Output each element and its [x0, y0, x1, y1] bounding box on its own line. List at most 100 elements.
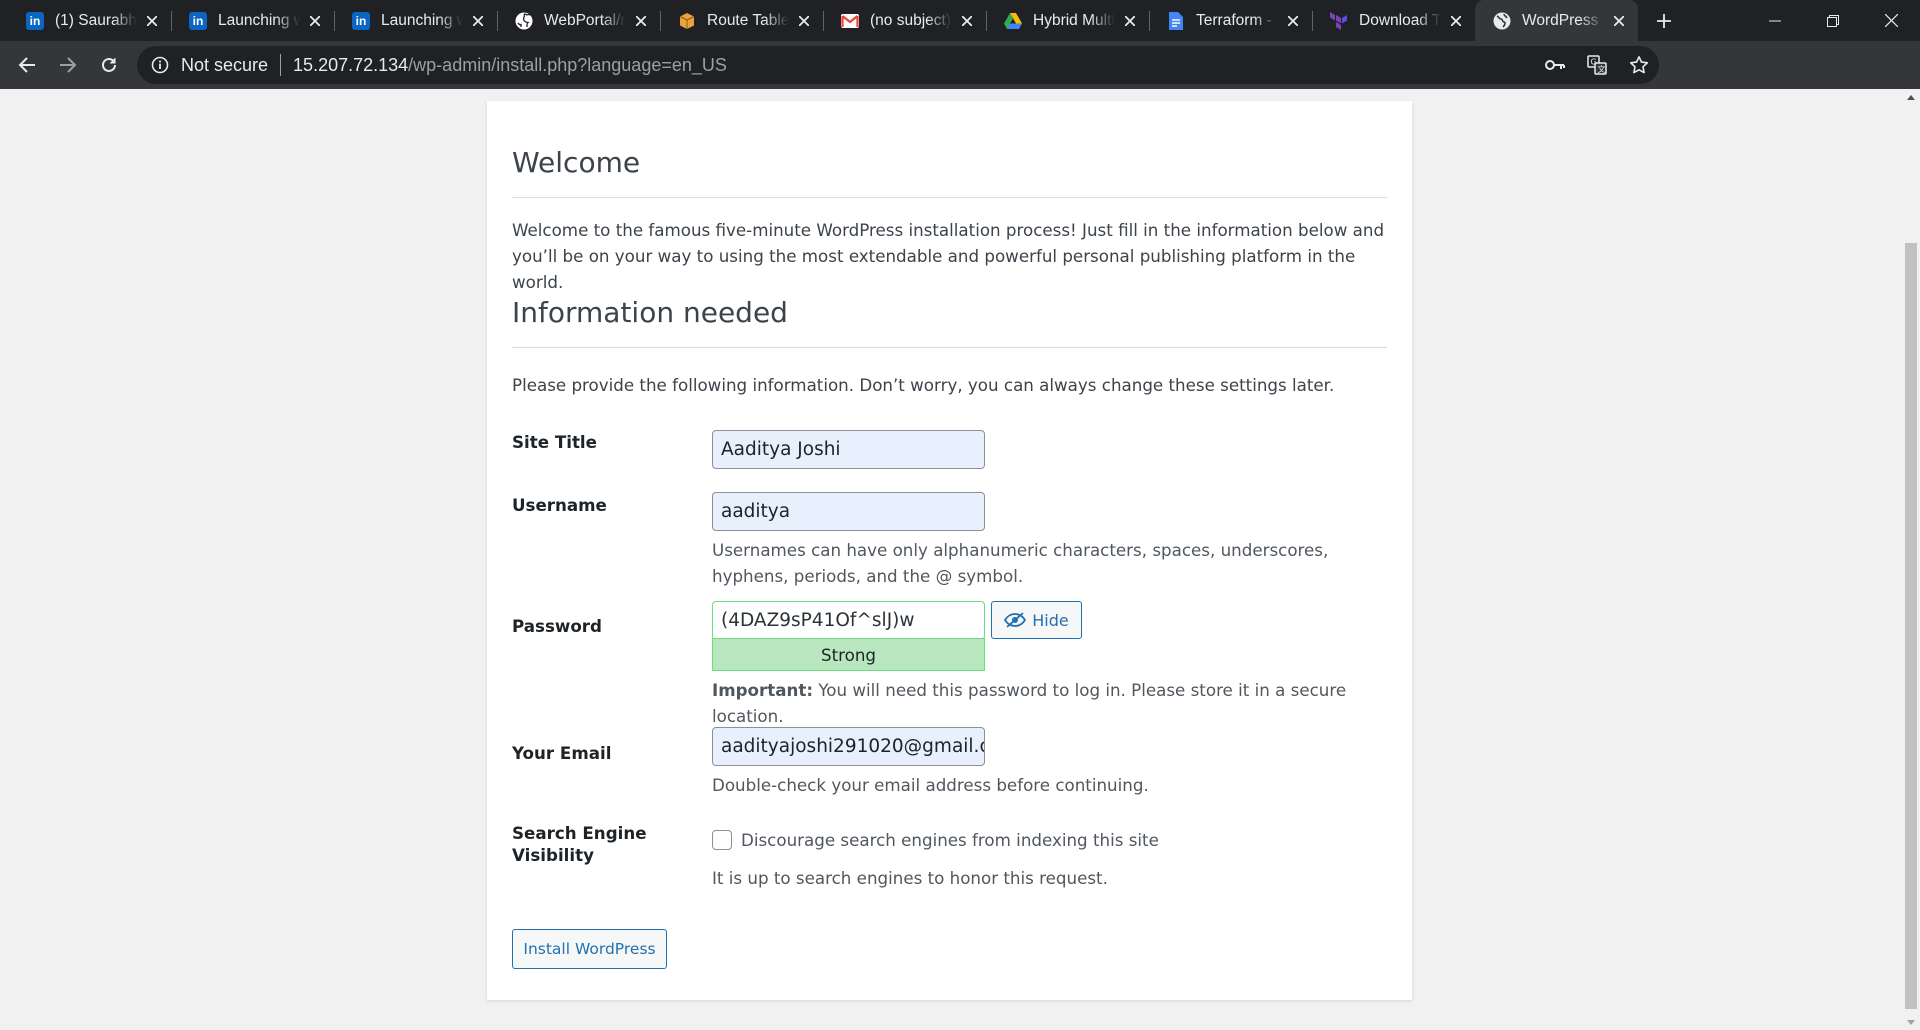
password-important-note: Important: You will need this password t… — [712, 677, 1392, 729]
tab-title: Route Tables — [707, 11, 789, 29]
translate-icon: G文 — [1587, 55, 1607, 75]
discourage-search-label[interactable]: Discourage search engines from indexing … — [741, 827, 1341, 853]
hide-password-button[interactable]: Hide — [991, 601, 1082, 639]
search-visibility-label: Search Engine Visibility — [512, 822, 647, 866]
tab-close-button[interactable] — [632, 12, 650, 30]
close-icon — [310, 15, 320, 26]
info-circle-icon — [151, 56, 169, 74]
browser-tab[interactable]: WordPress › — [1475, 0, 1638, 41]
url-host: 15.207.72.134 — [293, 54, 409, 75]
plus-icon — [1657, 13, 1671, 28]
close-icon — [1614, 15, 1624, 26]
info-needed-heading: Information needed — [512, 296, 788, 329]
page-scrollbar[interactable] — [1902, 89, 1920, 1030]
password-label: Password — [512, 616, 602, 636]
back-button[interactable] — [7, 45, 47, 85]
google-drive-icon — [1004, 12, 1022, 29]
browser-tab[interactable]: WebPortal/m — [497, 0, 660, 41]
close-icon — [1884, 14, 1898, 27]
close-icon — [473, 15, 483, 26]
browser-tab[interactable]: Terraform - — [1149, 0, 1312, 41]
tab-close-button[interactable] — [143, 12, 161, 30]
restore-button[interactable] — [1804, 0, 1862, 41]
svg-text:文: 文 — [1598, 64, 1606, 74]
tab-close-button[interactable] — [958, 12, 976, 30]
email-label: Your Email — [512, 743, 612, 763]
install-wordpress-button[interactable]: Install WordPress — [512, 929, 667, 969]
email-input[interactable]: aadityajoshi291020@gmail.com — [712, 727, 985, 766]
scroll-down-arrow[interactable] — [1902, 1014, 1920, 1030]
browser-tab-strip: in (1) Saurabh in Launching w in Launching w W… — [0, 0, 1920, 41]
password-key-button[interactable] — [1543, 53, 1567, 77]
tab-close-button[interactable] — [306, 12, 324, 30]
email-description: Double-check your email address before c… — [712, 775, 1149, 795]
tab-close-button[interactable] — [1121, 12, 1139, 30]
browser-tab[interactable]: (no subject) — [823, 0, 986, 41]
browser-tab[interactable]: Route Tables — [660, 0, 823, 41]
reload-button[interactable] — [89, 45, 129, 85]
forward-button[interactable] — [48, 45, 88, 85]
password-input[interactable]: (4DAZ9sP41Of^slJ)w — [712, 601, 985, 640]
search-label-line2: Visibility — [512, 845, 594, 865]
install-form-card: Welcome Welcome to the famous five-minut… — [487, 101, 1412, 1000]
site-title-input[interactable]: Aaditya Joshi — [712, 430, 985, 469]
tab-title: (no subject) — [870, 11, 951, 29]
close-window-button[interactable] — [1862, 0, 1920, 41]
tab-title: WordPress › — [1522, 11, 1604, 29]
username-input[interactable]: aaditya — [712, 492, 985, 531]
new-tab-button[interactable] — [1644, 0, 1684, 41]
omnibox-divider — [280, 54, 282, 76]
tab-title: Terraform - — [1196, 11, 1272, 29]
scrollbar-thumb[interactable] — [1905, 243, 1917, 1009]
search-visibility-description: It is up to search engines to honor this… — [712, 868, 1108, 888]
welcome-heading: Welcome — [512, 146, 641, 179]
tab-title: Download Te — [1359, 11, 1441, 29]
bookmark-star-button[interactable] — [1627, 53, 1651, 77]
scroll-up-arrow[interactable] — [1902, 89, 1920, 105]
important-label: Important: — [712, 680, 814, 700]
minimize-icon — [1769, 20, 1781, 21]
tab-title: (1) Saurabh — [55, 11, 137, 29]
search-label-line1: Search Engine — [512, 823, 647, 843]
terraform-icon — [1330, 11, 1348, 30]
close-icon — [1125, 15, 1135, 26]
browser-tab[interactable]: in Launching w — [171, 0, 334, 41]
translate-button[interactable]: G文 — [1585, 53, 1609, 77]
page-viewport: Welcome Welcome to the famous five-minut… — [0, 89, 1902, 1030]
divider — [512, 347, 1387, 348]
arrow-left-icon — [18, 57, 35, 73]
info-needed-text: Please provide the following information… — [512, 375, 1335, 395]
browser-tab[interactable]: in (1) Saurabh — [8, 0, 171, 41]
gmail-icon — [841, 13, 859, 28]
browser-tab[interactable]: in Launching w — [334, 0, 497, 41]
arrow-right-icon — [60, 57, 77, 73]
hide-button-label: Hide — [1032, 610, 1069, 630]
browser-tab[interactable]: Download Te — [1312, 0, 1475, 41]
username-description: Usernames can have only alphanumeric cha… — [712, 540, 1329, 586]
aws-box-icon — [678, 12, 696, 30]
site-info-button[interactable]: Not secure — [151, 55, 268, 76]
browser-tab[interactable]: Hybrid Multi — [986, 0, 1149, 41]
welcome-text: Welcome to the famous five-minute WordPr… — [512, 220, 1385, 292]
browser-toolbar: Not secure 15.207.72.134/wp-admin/instal… — [0, 41, 1920, 120]
tab-close-button[interactable] — [1447, 12, 1465, 30]
tab-list: in (1) Saurabh in Launching w in Launching w W… — [0, 0, 1638, 41]
address-bar[interactable]: Not secure 15.207.72.134/wp-admin/instal… — [137, 46, 1659, 84]
close-icon — [1288, 15, 1298, 26]
tab-close-button[interactable] — [795, 12, 813, 30]
tab-title: WebPortal/m — [544, 11, 626, 29]
tab-close-button[interactable] — [469, 12, 487, 30]
not-secure-label: Not secure — [181, 54, 269, 75]
close-icon — [962, 15, 972, 26]
close-icon — [147, 15, 157, 26]
discourage-search-checkbox[interactable] — [712, 830, 732, 850]
tab-close-button[interactable] — [1284, 12, 1302, 30]
minimize-button[interactable] — [1746, 0, 1804, 41]
tab-title: Launching w — [381, 11, 463, 29]
tab-close-button[interactable] — [1610, 12, 1628, 30]
url-path: /wp-admin/install.php?language=en_US — [408, 54, 727, 75]
window-controls — [1746, 0, 1920, 41]
reload-icon — [102, 57, 116, 72]
url-text[interactable]: 15.207.72.134/wp-admin/install.php?langu… — [293, 55, 727, 76]
close-icon — [799, 15, 809, 26]
